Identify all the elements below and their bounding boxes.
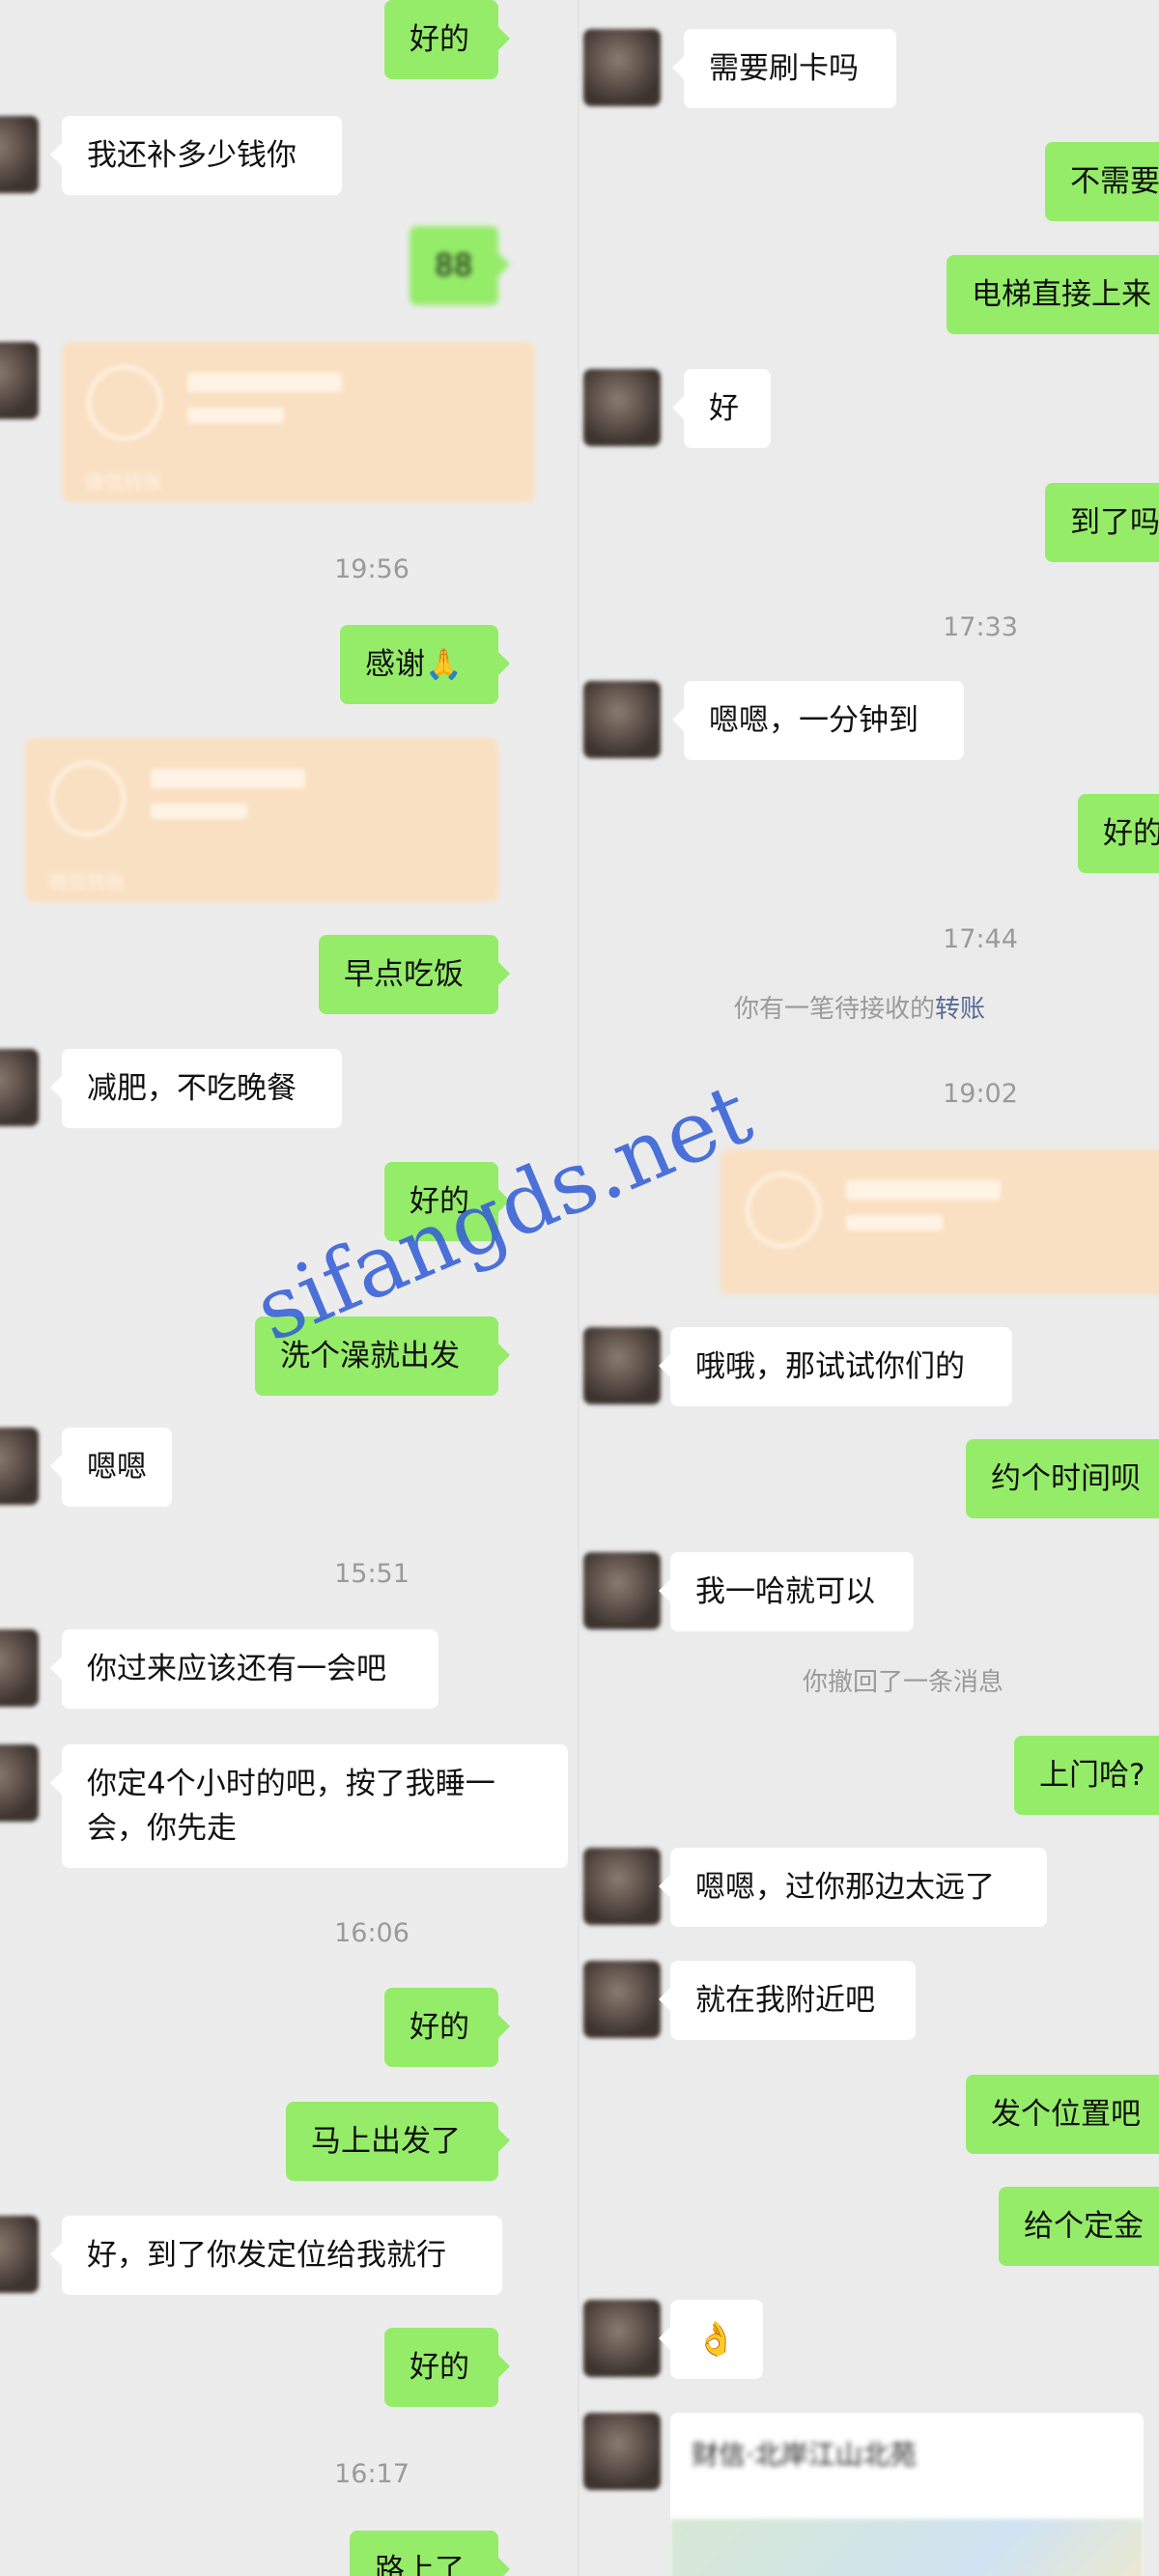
message-bubble-incoming[interactable]: 我还补多少钱你 (50, 116, 342, 195)
message-bubble-outgoing[interactable]: 马上出发了 (286, 2102, 510, 2181)
message-bubble-outgoing[interactable]: 早点吃饭 (319, 935, 510, 1014)
timestamp: 16:06 (334, 1918, 410, 1948)
avatar[interactable] (583, 681, 661, 758)
message-bubble-incoming[interactable]: 你定4个小时的吧，按了我睡一会，你先走 (50, 1744, 568, 1868)
timestamp: 19:02 (943, 1079, 1018, 1109)
transfer-note (187, 408, 284, 423)
transfer-amount (187, 373, 342, 392)
message-bubble-incoming[interactable]: 你过来应该还有一会吧 (50, 1629, 438, 1709)
message-bubble-incoming[interactable]: 嗯嗯 (50, 1428, 172, 1507)
message-bubble-outgoing[interactable]: 好的 (384, 1988, 510, 2067)
avatar[interactable] (0, 116, 39, 193)
transfer-footer: 微信转账 (48, 870, 126, 893)
transfer-icon (50, 761, 126, 836)
message-bubble-outgoing[interactable]: 给个定金 (999, 2187, 1159, 2266)
message-bubble-outgoing[interactable]: 不需要 (1045, 142, 1159, 221)
avatar[interactable] (583, 1961, 661, 2038)
transfer-card[interactable]: 微信转账 (62, 342, 535, 502)
avatar[interactable] (0, 342, 39, 419)
recall-notice: 你撤回了一条消息 (802, 1668, 1004, 1697)
avatar[interactable] (0, 1049, 39, 1126)
location-card[interactable]: 财信·北岸江山北苑 (670, 2413, 1144, 2576)
timestamp: 19:56 (334, 554, 410, 584)
avatar[interactable] (583, 29, 661, 106)
transfer-icon (87, 365, 162, 440)
avatar[interactable] (583, 1327, 661, 1404)
transfer-icon (746, 1173, 821, 1248)
transfer-link[interactable]: 转账 (935, 995, 985, 1024)
message-bubble-incoming[interactable]: 嗯嗯，过你那边太远了 (659, 1848, 1047, 1927)
transfer-note (151, 804, 247, 819)
timestamp: 17:33 (943, 612, 1018, 642)
message-bubble-incoming[interactable]: 好，到了你发定位给我就行 (50, 2216, 502, 2295)
message-bubble-incoming[interactable]: 减肥，不吃晚餐 (50, 1049, 342, 1128)
message-bubble-incoming[interactable]: 哦哦，那试试你们的 (659, 1327, 1012, 1406)
transfer-footer: 微信转账 (85, 470, 162, 494)
timestamp: 17:44 (943, 924, 1018, 954)
transfer-note (846, 1215, 943, 1231)
message-bubble-outgoing[interactable]: 88 (410, 226, 510, 305)
message-bubble-incoming[interactable]: 就在我附近吧 (659, 1961, 916, 2040)
chat-column-right: 需要刷卡吗 不需要 电梯直接上来 好 到了吗 17:33 嗯嗯，一分钟到 好的 … (580, 0, 1159, 2576)
pending-transfer-text: 你有一笔待接收的 (733, 995, 935, 1024)
avatar[interactable] (583, 1848, 661, 1925)
pending-transfer-notice: 你有一笔待接收的转账 (637, 989, 1082, 1025)
message-bubble-outgoing[interactable]: 到了吗 (1045, 483, 1159, 562)
avatar[interactable] (0, 1428, 39, 1505)
avatar[interactable] (583, 369, 661, 446)
transfer-amount (151, 769, 305, 788)
message-bubble-outgoing[interactable]: 路上了 (350, 2531, 510, 2576)
message-bubble-incoming[interactable]: 需要刷卡吗 (672, 29, 896, 108)
message-bubble-outgoing[interactable]: 好的 (1078, 794, 1159, 873)
avatar[interactable] (0, 1629, 39, 1707)
message-bubble-incoming[interactable]: 我一哈就可以 (659, 1552, 914, 1631)
timestamp: 15:51 (334, 1559, 410, 1589)
transfer-card[interactable]: 微信转账 (25, 738, 498, 902)
message-bubble-outgoing[interactable]: 好的 (384, 0, 510, 79)
transfer-amount (846, 1180, 1001, 1200)
message-bubble-outgoing[interactable]: 电梯直接上来 (947, 255, 1159, 334)
location-map-preview (670, 2519, 1144, 2576)
message-bubble-outgoing[interactable]: 好的 (384, 2328, 510, 2407)
avatar[interactable] (583, 2413, 661, 2490)
transfer-card[interactable] (721, 1149, 1159, 1294)
message-bubble-outgoing[interactable]: 上门哈? (1014, 1736, 1159, 1815)
avatar[interactable] (0, 1744, 39, 1822)
message-bubble-outgoing[interactable]: 感谢🙏 (340, 625, 510, 704)
location-title: 财信·北岸江山北苑 (692, 2439, 917, 2471)
avatar[interactable] (583, 1552, 661, 1629)
avatar[interactable] (0, 2216, 39, 2293)
message-bubble-incoming[interactable]: 嗯嗯，一分钟到 (672, 681, 964, 760)
ok-hand-emoji-message[interactable]: 👌 (659, 2300, 763, 2379)
message-bubble-incoming[interactable]: 好 (672, 369, 771, 448)
timestamp: 16:17 (334, 2459, 410, 2489)
message-bubble-outgoing[interactable]: 发个位置吧 (966, 2075, 1159, 2154)
message-bubble-outgoing[interactable]: 约个时间呗 (966, 1439, 1159, 1518)
avatar[interactable] (583, 2300, 661, 2377)
